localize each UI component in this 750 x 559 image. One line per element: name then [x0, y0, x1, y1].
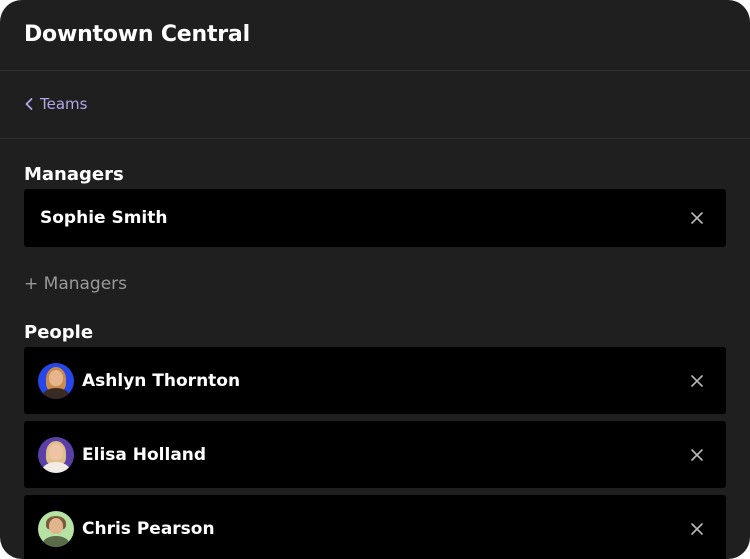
person-name: Ashlyn Thornton	[82, 370, 241, 391]
avatar	[38, 362, 74, 399]
team-detail-panel: Downtown Central Teams Managers Sophie S…	[0, 0, 750, 559]
close-icon	[691, 522, 703, 535]
back-link-label: Teams	[40, 94, 88, 113]
close-icon	[691, 374, 703, 387]
close-icon	[691, 212, 703, 224]
avatar	[38, 510, 74, 547]
remove-person-button[interactable]	[688, 446, 706, 464]
person-name: Elisa Holland	[82, 444, 207, 465]
manager-name: Sophie Smith	[40, 208, 168, 228]
remove-person-button[interactable]	[688, 372, 706, 390]
content: Managers Sophie Smith + Managers People …	[0, 163, 750, 559]
breadcrumb: Teams	[0, 71, 750, 139]
header: Downtown Central	[0, 0, 750, 71]
avatar	[38, 436, 74, 473]
person-row: Chris Pearson	[24, 495, 726, 559]
person-row: Ashlyn Thornton	[24, 347, 726, 414]
back-to-teams-link[interactable]: Teams	[24, 95, 87, 113]
people-list: Ashlyn Thornton Elisa Holland Chris Pear…	[24, 347, 726, 559]
close-icon	[691, 448, 703, 461]
add-managers-button[interactable]: + Managers	[24, 247, 726, 321]
person-row: Elisa Holland	[24, 421, 726, 488]
remove-manager-button[interactable]	[688, 209, 706, 227]
chevron-left-icon	[24, 97, 34, 111]
remove-person-button[interactable]	[688, 520, 706, 538]
people-section-title: People	[24, 322, 94, 343]
manager-row: Sophie Smith	[24, 189, 726, 247]
page-title: Downtown Central	[24, 21, 250, 47]
person-name: Chris Pearson	[82, 518, 215, 539]
managers-section-title: Managers	[24, 164, 124, 185]
